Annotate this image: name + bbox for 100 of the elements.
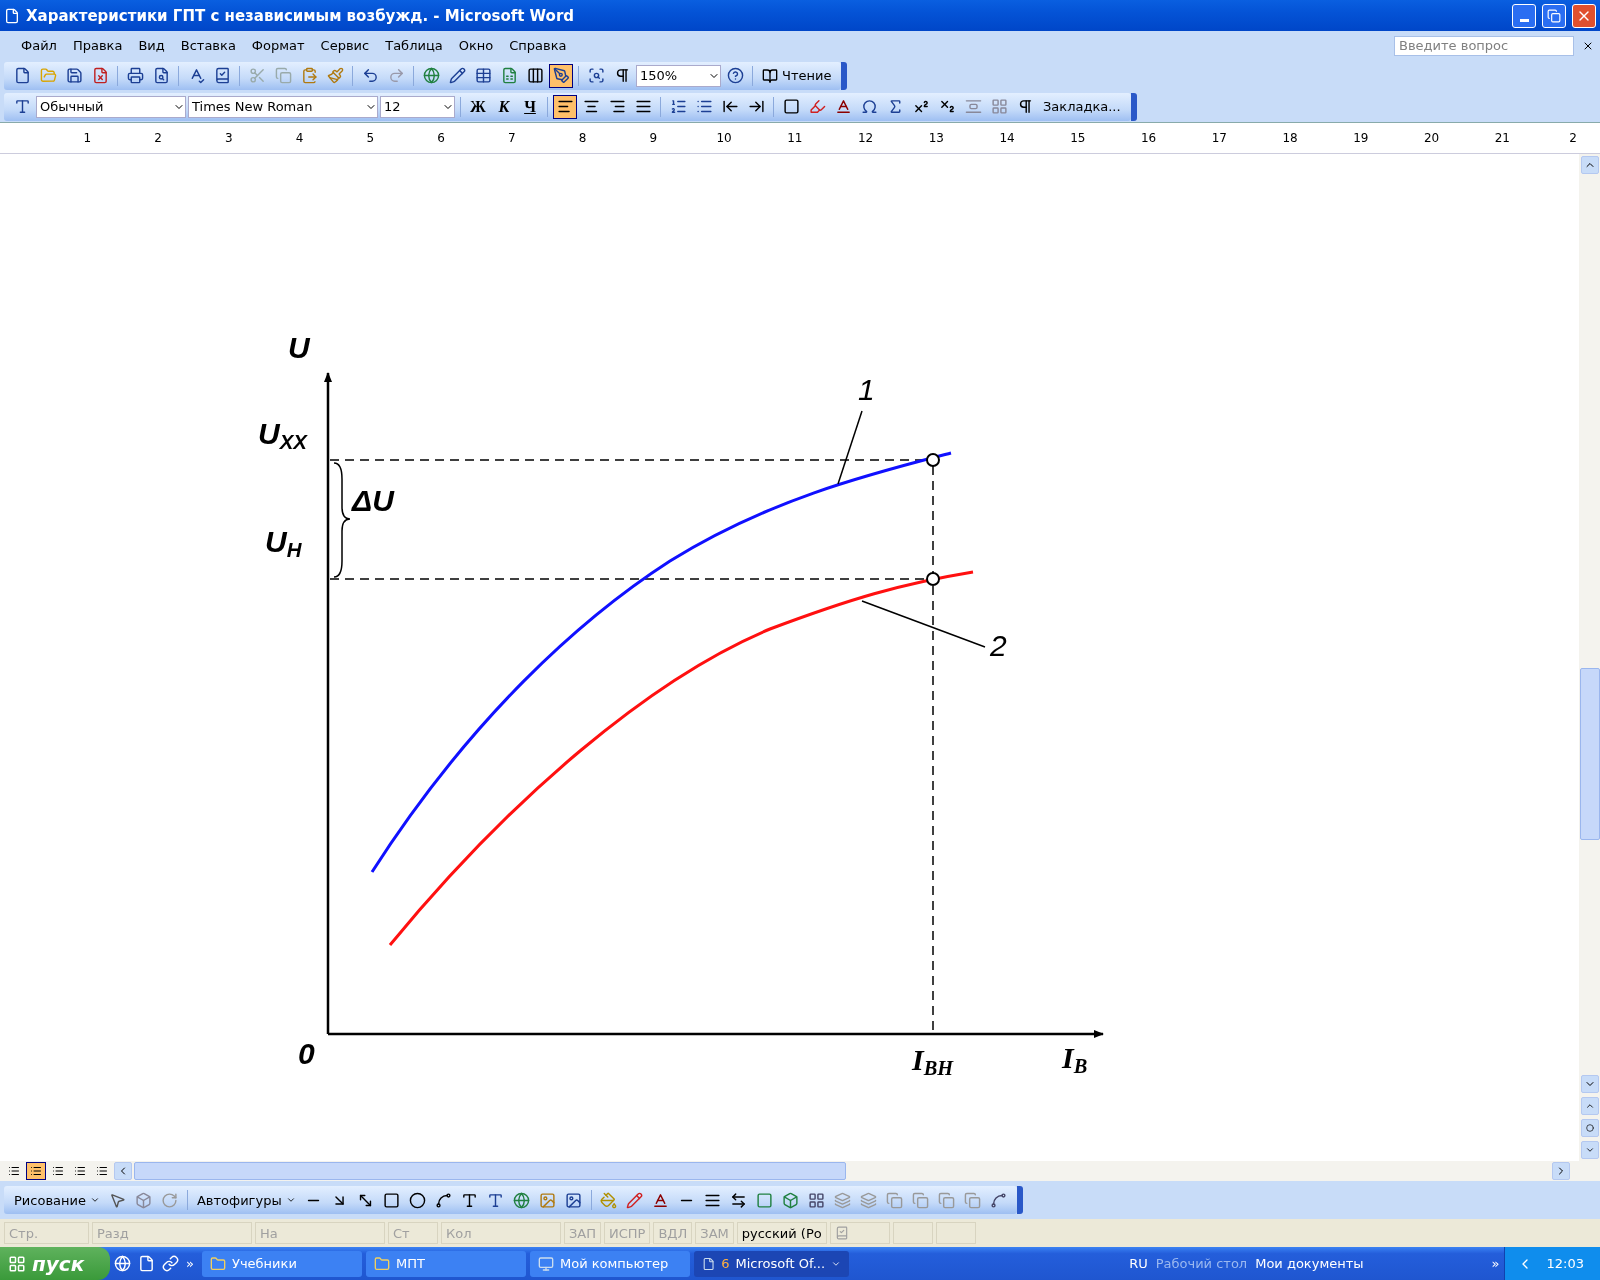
view-mode-icon xyxy=(30,1165,42,1177)
origin-label: 0 xyxy=(298,1037,315,1071)
axis-tick-label: U$_{XX}$ xyxy=(258,417,307,455)
menu-item[interactable]: Файл xyxy=(14,36,64,55)
overflow-chevron[interactable]: » xyxy=(182,1256,198,1271)
ruler-number: 11 xyxy=(786,131,804,145)
menu-item[interactable]: Вставка xyxy=(173,36,243,55)
drawing-toggle-icon[interactable] xyxy=(549,63,573,88)
view-mode-icon xyxy=(96,1165,108,1177)
language-indicator[interactable]: RU xyxy=(1125,1256,1152,1271)
toolbar-options-grip[interactable] xyxy=(1130,92,1137,121)
documents-link[interactable]: Мои документы xyxy=(1251,1256,1368,1271)
help-search-field[interactable]: Введите вопрос xyxy=(1394,35,1574,56)
zoom-dropdown[interactable]: 150% xyxy=(636,64,721,87)
ruler-number: 3 xyxy=(224,131,234,145)
italic-button[interactable]: К xyxy=(492,94,516,119)
view-mode-icon xyxy=(8,1165,20,1177)
status-mode: ИСПР xyxy=(604,1222,651,1244)
menu-item[interactable]: Справка xyxy=(502,36,574,55)
horizontal-scroll-thumb[interactable] xyxy=(134,1162,846,1180)
overflow-chevron[interactable]: » xyxy=(1487,1256,1504,1271)
font-size-dropdown[interactable]: 12 xyxy=(380,95,455,118)
ruler-number: 7 xyxy=(507,131,517,145)
reading-button[interactable]: Чтение xyxy=(758,67,836,84)
drawing-menu-button[interactable]: Рисование xyxy=(10,1192,104,1208)
menu-item[interactable]: Сервис xyxy=(313,36,377,55)
status-field: Ст xyxy=(388,1222,438,1244)
status-field xyxy=(935,1222,976,1244)
status-field: Стр. xyxy=(4,1222,89,1244)
status-mode: ЗАМ xyxy=(695,1222,734,1244)
axis-tick-label: U$_{H}$ xyxy=(265,525,302,563)
scroll-up-button[interactable] xyxy=(1580,156,1599,174)
browse-object-button[interactable] xyxy=(1580,1119,1599,1137)
scroll-down-button[interactable] xyxy=(1580,1075,1599,1093)
status-mode: ВДЛ xyxy=(653,1222,693,1244)
align-left-icon[interactable] xyxy=(553,94,577,119)
ruler-number: 12 xyxy=(857,131,875,145)
ruler-number: 8 xyxy=(577,131,588,145)
restore-button[interactable] xyxy=(1542,3,1566,28)
book-check-icon xyxy=(834,1226,849,1240)
window-title: Характеристики ГПТ с независимым возбужд. - Microsoft Word xyxy=(26,6,576,25)
style-dropdown[interactable]: Обычный xyxy=(36,95,186,118)
view-mode-icon xyxy=(74,1165,86,1177)
ruler-number: 9 xyxy=(648,131,659,145)
clock: 12:03 xyxy=(1545,1256,1585,1271)
toolbar-options-grip[interactable] xyxy=(841,61,848,90)
underline-button[interactable]: Ч xyxy=(518,94,542,119)
axis-label: U xyxy=(288,331,310,365)
view-mode-icon xyxy=(52,1165,64,1177)
taskbar-button[interactable]: Учебники xyxy=(201,1250,362,1277)
ruler-number: 1 xyxy=(82,131,93,145)
bold-button[interactable]: Ж xyxy=(466,94,490,119)
curve-label: 1 xyxy=(858,373,875,407)
scroll-left-button[interactable] xyxy=(114,1162,132,1180)
menu-item[interactable]: Окно xyxy=(451,36,501,55)
ruler-number: 14 xyxy=(998,131,1016,145)
brace-label: ΔU xyxy=(352,484,394,518)
status-field: Разд xyxy=(92,1222,252,1244)
taskbar-button[interactable]: Мой компьютер xyxy=(529,1250,690,1277)
ruler-number: 15 xyxy=(1069,131,1087,145)
view-mode-button[interactable] xyxy=(26,1162,46,1180)
document-icon xyxy=(701,1255,716,1272)
ruler-number: 4 xyxy=(294,131,305,145)
menu-item[interactable]: Правка xyxy=(65,36,130,55)
ruler-number: 2 xyxy=(153,131,163,145)
ruler-number: 6 xyxy=(436,131,446,145)
ruler-number: 16 xyxy=(1140,131,1158,145)
ruler-number: 10 xyxy=(715,131,733,145)
computer-icon xyxy=(537,1255,554,1272)
document-icon xyxy=(4,7,20,24)
caret-icon xyxy=(285,1195,296,1205)
ruler-number: 20 xyxy=(1423,131,1441,145)
ruler-number: 19 xyxy=(1352,131,1370,145)
book-icon xyxy=(762,67,778,84)
ruler-number: 18 xyxy=(1281,131,1299,145)
axis-tick-label: I$_{BH}$ xyxy=(912,1043,954,1081)
taskbar-button[interactable]: 6 Microsoft Of... xyxy=(693,1250,849,1277)
menu-item[interactable]: Формат xyxy=(244,36,312,55)
scroll-thumb[interactable] xyxy=(1579,668,1600,840)
language-field: русский (Ро xyxy=(736,1222,827,1244)
status-field xyxy=(892,1222,933,1244)
autoshapes-menu-button[interactable]: Автофигуры xyxy=(192,1192,300,1208)
menu-item[interactable]: Таблица xyxy=(378,36,450,55)
curve-label: 2 xyxy=(990,629,1007,663)
ruler-number: 17 xyxy=(1210,131,1228,145)
toolbar-options-grip[interactable] xyxy=(1016,1186,1023,1214)
desktop-toolbar-label: Рабочий стол xyxy=(1154,1256,1249,1271)
point-marker xyxy=(926,453,940,467)
point-marker xyxy=(926,572,940,586)
bookmark-button[interactable]: Закладка... xyxy=(1039,99,1125,114)
ruler-number: 21 xyxy=(1493,131,1511,145)
caret-icon xyxy=(89,1195,100,1205)
minimize-button[interactable] xyxy=(1512,3,1536,28)
ruler-number: 5 xyxy=(365,131,376,145)
scroll-right-button[interactable] xyxy=(1552,1162,1570,1180)
font-dropdown[interactable]: Times New Roman xyxy=(188,95,378,118)
status-field: На xyxy=(255,1222,385,1244)
menu-item[interactable]: Вид xyxy=(131,36,172,55)
taskbar-button[interactable]: МПТ xyxy=(365,1250,526,1277)
ruler-number: 13 xyxy=(927,131,945,145)
